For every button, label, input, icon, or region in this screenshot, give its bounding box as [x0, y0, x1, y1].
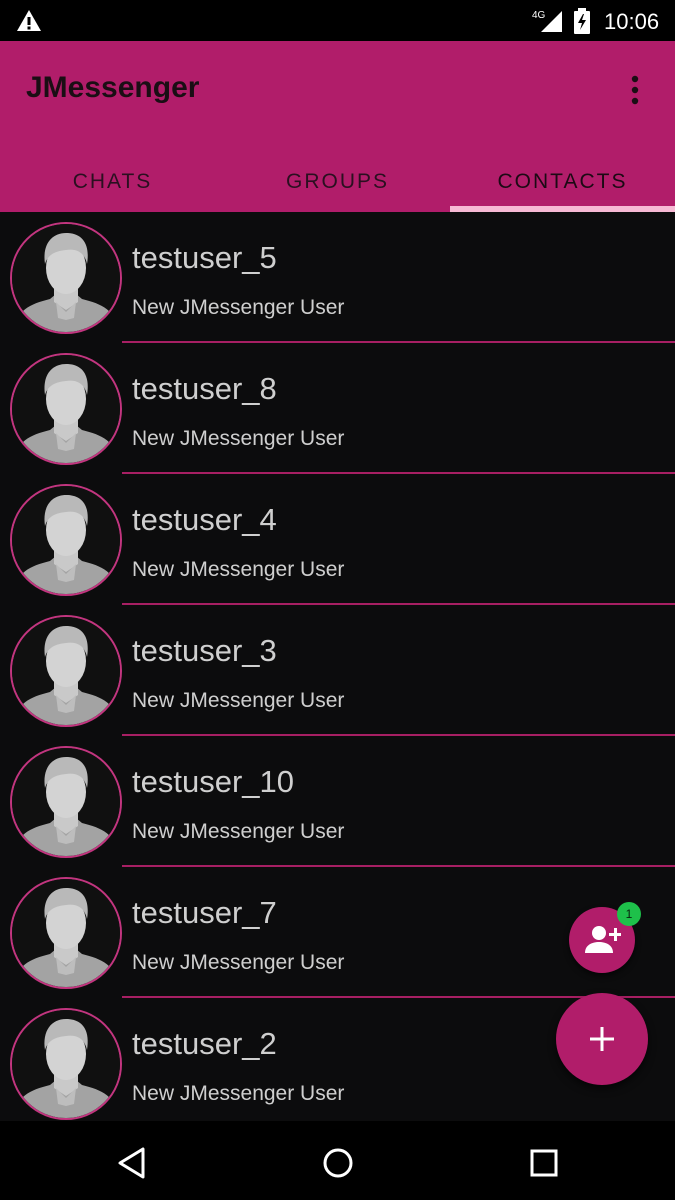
default-avatar-icon — [12, 617, 120, 725]
contact-name: testuser_8 — [132, 371, 277, 406]
app-title: JMessenger — [26, 71, 200, 104]
new-chat-button[interactable] — [556, 993, 648, 1085]
notification-badge: 1 — [617, 902, 641, 926]
navigation-bar — [0, 1121, 675, 1200]
default-avatar-icon — [12, 1010, 120, 1118]
tab-bar: CHATS GROUPS CONTACTS — [0, 151, 675, 212]
contact-status: New JMessenger User — [132, 1082, 345, 1105]
home-icon[interactable] — [318, 1143, 358, 1183]
network-type-label: 4G — [532, 10, 546, 21]
tab-chats[interactable]: CHATS — [0, 151, 225, 212]
default-avatar-icon — [12, 748, 120, 856]
recents-icon[interactable] — [524, 1143, 564, 1183]
avatar — [10, 615, 122, 727]
battery-charging-icon — [574, 8, 590, 34]
avatar — [10, 877, 122, 989]
contact-status: New JMessenger User — [132, 951, 345, 974]
contact-status: New JMessenger User — [132, 820, 345, 843]
default-avatar-icon — [12, 879, 120, 987]
contact-name: testuser_3 — [132, 633, 277, 668]
avatar — [10, 222, 122, 334]
warning-icon — [17, 10, 41, 31]
status-bar: 4G 10:06 — [0, 0, 675, 41]
contact-row[interactable]: testuser_4 New JMessenger User — [0, 474, 675, 605]
person-add-icon — [585, 926, 621, 953]
contact-name: testuser_7 — [132, 895, 277, 930]
tab-contacts[interactable]: CONTACTS — [450, 151, 675, 212]
status-time: 10:06 — [604, 9, 660, 34]
avatar — [10, 746, 122, 858]
avatar — [10, 353, 122, 465]
signal-icon: 4G — [532, 10, 562, 32]
contact-name: testuser_2 — [132, 1026, 277, 1061]
contact-name: testuser_5 — [132, 240, 277, 275]
avatar — [10, 1008, 122, 1120]
plus-icon — [590, 1027, 614, 1051]
contact-row[interactable]: testuser_5 New JMessenger User — [0, 212, 675, 343]
contact-name: testuser_4 — [132, 502, 277, 537]
default-avatar-icon — [12, 355, 120, 463]
contact-status: New JMessenger User — [132, 296, 345, 319]
back-icon[interactable] — [113, 1143, 153, 1183]
contact-status: New JMessenger User — [132, 427, 345, 450]
app-bar: JMessenger CHATS GROUPS CONTACTS — [0, 41, 675, 212]
contact-row[interactable]: testuser_3 New JMessenger User — [0, 605, 675, 736]
contact-row[interactable]: testuser_8 New JMessenger User — [0, 343, 675, 474]
default-avatar-icon — [12, 224, 120, 332]
avatar — [10, 484, 122, 596]
contact-row[interactable]: testuser_10 New JMessenger User — [0, 736, 675, 867]
contact-name: testuser_10 — [132, 764, 294, 799]
more-vert-icon[interactable] — [620, 73, 650, 107]
contact-status: New JMessenger User — [132, 558, 345, 581]
tab-groups[interactable]: GROUPS — [225, 151, 450, 212]
contact-status: New JMessenger User — [132, 689, 345, 712]
default-avatar-icon — [12, 486, 120, 594]
